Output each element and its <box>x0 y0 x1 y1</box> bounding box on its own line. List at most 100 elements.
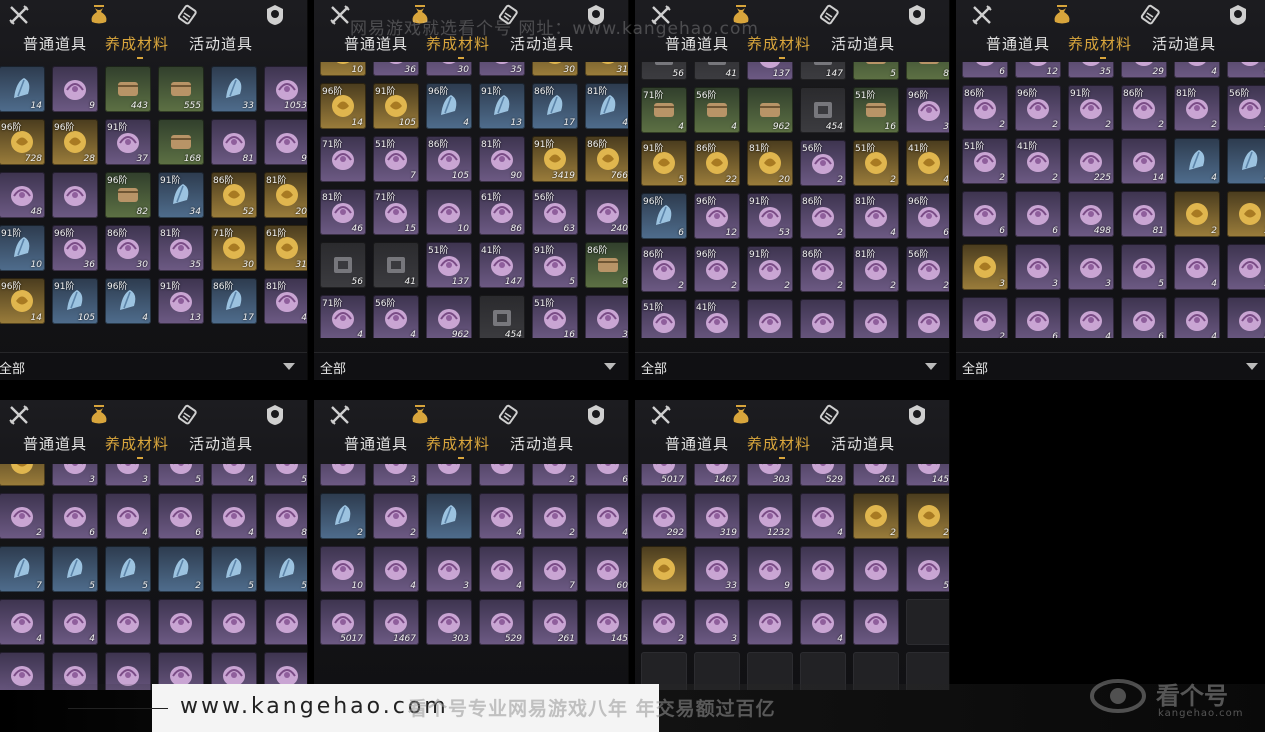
item-slot[interactable]: 91阶 10 <box>0 225 45 271</box>
item-slot[interactable]: 51阶137 <box>747 62 793 80</box>
item-slot[interactable]: 86阶 105 <box>426 136 472 182</box>
item-slot[interactable]: 962 <box>426 295 472 338</box>
item-slot[interactable]: 33 <box>694 546 740 592</box>
item-slot[interactable]: 96阶 2 <box>694 246 740 292</box>
crossed-swords-icon[interactable] <box>649 403 673 427</box>
item-slot[interactable]: 96阶 2 <box>1015 85 1061 131</box>
item-slot[interactable]: 96阶 6 <box>641 193 687 239</box>
item-slot[interactable]: 36 <box>373 62 419 76</box>
item-slot[interactable]: 96阶 82 <box>105 172 151 218</box>
tab-2[interactable]: 活动道具 <box>1152 33 1216 54</box>
tab-2[interactable]: 活动道具 <box>831 433 895 454</box>
item-slot[interactable]: 10 <box>320 546 366 592</box>
money-bag-icon[interactable] <box>408 403 432 427</box>
item-slot[interactable]: 51阶 16 <box>532 295 578 338</box>
item-slot[interactable]: 303 <box>426 599 472 645</box>
scroll-icon[interactable] <box>175 403 199 427</box>
item-slot[interactable]: 81阶 4 <box>853 193 899 239</box>
badge-icon[interactable] <box>905 3 929 27</box>
item-slot[interactable]: 31 <box>585 62 628 76</box>
item-slot[interactable]: 35 <box>1068 62 1114 78</box>
crossed-swords-icon[interactable] <box>328 403 352 427</box>
item-slot[interactable]: 81 <box>1121 191 1167 237</box>
filter-dropdown[interactable]: 全部 <box>0 352 307 379</box>
item-slot[interactable]: 3 <box>1015 244 1061 290</box>
item-slot[interactable]: 29 <box>1121 62 1167 78</box>
item-slot[interactable]: 6 <box>962 191 1008 237</box>
item-slot[interactable]: 71阶 15 <box>373 189 419 235</box>
item-slot[interactable]: 86阶 766 <box>585 136 628 182</box>
item-slot[interactable]: 2 <box>641 599 687 645</box>
item-slot[interactable]: 7 <box>532 546 578 592</box>
item-slot[interactable]: 498 <box>1068 191 1114 237</box>
item-slot[interactable]: 86阶 2 <box>641 246 687 292</box>
item-slot[interactable]: 9 <box>52 66 98 112</box>
item-slot[interactable]: 91阶 37 <box>105 119 151 165</box>
item-slot[interactable]: 261 <box>853 464 899 486</box>
item-slot[interactable]: 4 <box>1068 297 1114 338</box>
item-slot[interactable]: 5 <box>1121 244 1167 290</box>
item-slot[interactable]: 5 <box>264 546 307 592</box>
item-slot[interactable]: 1467 <box>694 464 740 486</box>
item-slot[interactable] <box>641 546 687 592</box>
item-slot[interactable] <box>800 299 846 338</box>
item-slot[interactable]: 51阶 2 <box>962 138 1008 184</box>
item-slot[interactable]: 96阶 6 <box>906 193 949 239</box>
item-slot[interactable]: 4 <box>0 599 45 645</box>
item-slot[interactable]: 5 <box>105 546 151 592</box>
tab-1[interactable]: 养成材料 <box>747 433 811 454</box>
item-slot[interactable]: 2 <box>0 493 45 539</box>
item-slot[interactable]: 81阶 4 <box>264 278 307 324</box>
item-slot[interactable]: 48 <box>0 172 45 218</box>
item-slot[interactable]: 2 <box>158 546 204 592</box>
item-slot[interactable]: 86阶 17 <box>211 278 257 324</box>
item-slot[interactable]: 5 <box>211 546 257 592</box>
item-slot[interactable]: 96阶 28 <box>52 119 98 165</box>
item-slot[interactable] <box>158 599 204 645</box>
item-slot[interactable]: 454 <box>479 295 525 338</box>
item-slot[interactable]: 30 <box>426 62 472 76</box>
money-bag-icon[interactable] <box>87 3 111 27</box>
item-slot[interactable]: 4 <box>1174 62 1220 78</box>
item-slot[interactable]: 91阶 5 <box>641 140 687 186</box>
tab-1[interactable]: 养成材料 <box>1068 33 1132 54</box>
item-slot[interactable]: 86阶 52 <box>211 172 257 218</box>
item-slot[interactable]: 4 <box>800 599 846 645</box>
item-slot[interactable]: 4 <box>1227 138 1265 184</box>
item-slot[interactable]: 1053 <box>264 66 307 112</box>
item-slot[interactable] <box>211 599 257 645</box>
item-slot[interactable]: 4 <box>1174 138 1220 184</box>
item-slot[interactable]: 33 <box>211 66 257 112</box>
item-slot[interactable]: 4 <box>1174 244 1220 290</box>
item-slot[interactable]: 7 <box>0 546 45 592</box>
item-slot[interactable]: 41阶 4 <box>906 140 949 186</box>
scroll-icon[interactable] <box>1138 3 1162 27</box>
item-slot[interactable]: 91阶 105 <box>373 83 419 129</box>
item-slot[interactable]: 5 <box>906 546 949 592</box>
item-slot[interactable]: 3 <box>426 546 472 592</box>
item-slot[interactable]: 2 <box>1174 191 1220 237</box>
item-slot[interactable]: 3 <box>694 599 740 645</box>
item-slot[interactable]: 3 <box>962 244 1008 290</box>
item-slot[interactable]: 91阶 5 <box>532 242 578 288</box>
item-slot[interactable]: 61阶 31 <box>264 225 307 271</box>
item-slot[interactable]: 3 <box>373 464 419 486</box>
item-slot[interactable]: 454 <box>800 87 846 133</box>
item-slot[interactable]: 86阶 2 <box>962 85 1008 131</box>
item-slot[interactable]: 86阶 2 <box>800 193 846 239</box>
item-slot[interactable]: 12 <box>1015 62 1061 78</box>
tab-0[interactable]: 普通道具 <box>986 33 1050 54</box>
item-slot[interactable]: 96阶 3 <box>906 87 949 133</box>
item-slot[interactable]: 6 <box>158 493 204 539</box>
item-slot[interactable]: 71阶 4 <box>641 87 687 133</box>
crossed-swords-icon[interactable] <box>970 3 994 27</box>
item-slot[interactable]: 81 <box>211 119 257 165</box>
item-slot[interactable]: 10 <box>320 62 366 76</box>
crossed-swords-icon[interactable] <box>7 3 31 27</box>
badge-icon[interactable] <box>1226 3 1250 27</box>
item-slot[interactable]: 81阶 2 <box>1174 85 1220 131</box>
item-slot[interactable]: 4 <box>211 493 257 539</box>
item-slot[interactable]: 91阶 2 <box>1068 85 1114 131</box>
item-slot[interactable]: 96阶 4 <box>105 278 151 324</box>
item-slot[interactable]: 555 <box>158 66 204 112</box>
